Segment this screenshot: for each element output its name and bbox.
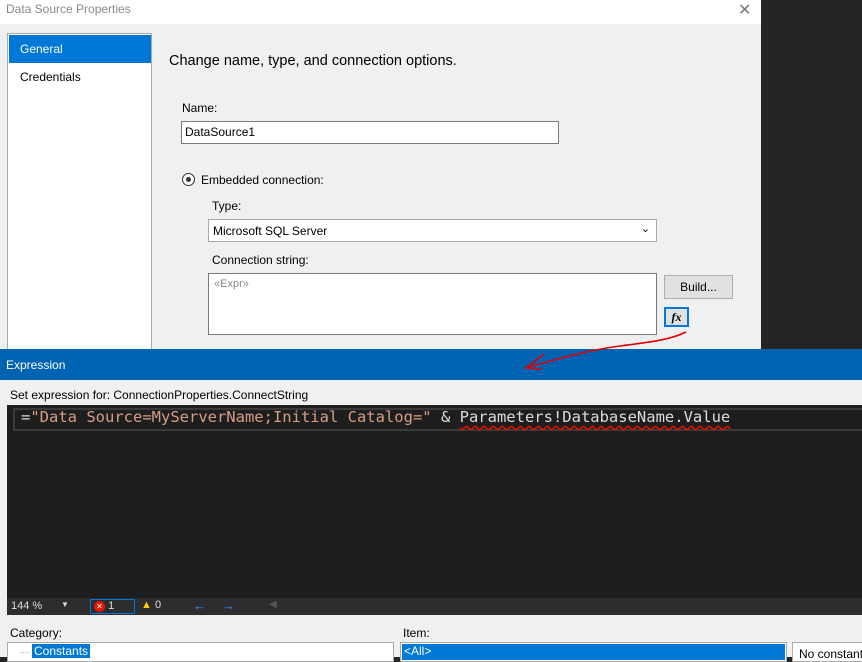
error-count: 1 [108, 600, 115, 612]
type-value: Microsoft SQL Server [213, 224, 328, 238]
item-list[interactable]: <All> [400, 642, 787, 662]
code-eq: = [21, 408, 31, 426]
arrow-left-icon[interactable]: ← [193, 598, 206, 613]
category-item-constants[interactable]: Constants [32, 644, 91, 658]
tree-line: .... [20, 645, 31, 655]
embedded-connection-label: Embedded connection: [201, 173, 324, 187]
name-label: Name: [182, 101, 218, 115]
page-heading: Change name, type, and connection option… [169, 53, 457, 69]
code-operator: & [431, 408, 460, 426]
connection-string-input[interactable]: «Expr» [208, 273, 657, 335]
name-input[interactable]: DataSource1 [181, 121, 559, 144]
set-expression-label: Set expression for: ConnectionProperties… [10, 388, 309, 402]
warning-icon: ▲ [141, 599, 152, 611]
sidebar-item-general[interactable]: General [9, 35, 151, 63]
connection-string-label: Connection string: [212, 253, 309, 267]
expression-title-bar: Expression [0, 349, 862, 380]
data-source-properties-dialog: Data Source Properties ✕ General Credent… [0, 0, 761, 353]
zoom-select[interactable]: 144 % [11, 600, 42, 612]
annotation-arrow [523, 331, 687, 370]
warning-count: 0 [154, 599, 162, 611]
code-reference: Parameters!DatabaseName.Value [459, 408, 731, 426]
chevron-down-icon: ⌄ [640, 223, 650, 235]
category-label: Category: [10, 626, 63, 640]
expression-code[interactable]: ="Data Source=MyServerName;Initial Catal… [21, 408, 730, 426]
item-label: Item: [403, 626, 430, 640]
description-box: No constant [792, 642, 862, 662]
type-label: Type: [212, 199, 242, 213]
warnings-button[interactable]: ▲ 0 [141, 599, 161, 611]
embedded-connection-radio[interactable] [182, 173, 195, 186]
sidebar-item-credentials[interactable]: Credentials [9, 63, 151, 91]
item-all[interactable]: <All> [402, 644, 785, 660]
category-tree[interactable]: .... Constants [7, 642, 394, 662]
sidebar: General Credentials [7, 33, 152, 353]
scroll-left-icon[interactable]: ◀ [269, 599, 277, 610]
error-icon: ✕ [94, 601, 105, 612]
type-select[interactable]: Microsoft SQL Server ⌄ [208, 219, 657, 242]
build-button[interactable]: Build... [664, 275, 733, 299]
chevron-down-icon: ▼ [61, 600, 69, 609]
expression-editor[interactable]: ="Data Source=MyServerName;Initial Catal… [7, 405, 862, 598]
close-icon[interactable]: ✕ [738, 0, 751, 20]
arrow-right-icon[interactable]: → [222, 598, 235, 613]
errors-button[interactable]: ✕ 1 [90, 599, 135, 614]
dialog-title: Data Source Properties [0, 0, 761, 24]
expression-fx-button[interactable]: fx [664, 307, 689, 327]
editor-status-bar: 144 % ▼ ✕ 1 ▲ 0 ← → ◀ [7, 598, 862, 615]
code-string: "Data Source=MyServerName;Initial Catalo… [30, 408, 432, 426]
